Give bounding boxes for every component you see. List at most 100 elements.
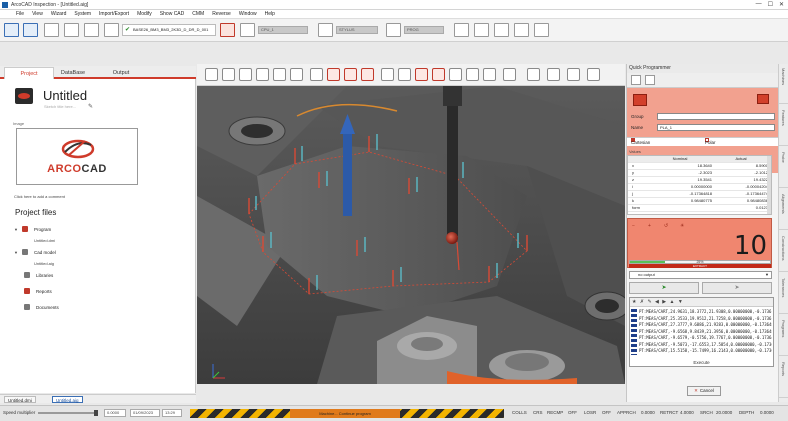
- flag-losr[interactable]: LOSR: [584, 410, 596, 415]
- calculator-icon[interactable]: [474, 23, 489, 37]
- output-select[interactable]: no output ▼: [629, 271, 772, 279]
- feature-list-icon[interactable]: [645, 75, 655, 85]
- flag-colls[interactable]: COLLS: [512, 410, 527, 415]
- tree-subitem-cad-file[interactable]: Untitled.aig: [34, 261, 54, 266]
- table-row[interactable]: k 0.98480775 0.98480836: [628, 198, 771, 205]
- search-icon[interactable]: [220, 23, 235, 37]
- tree-subitem-program-file[interactable]: Untitled.dmi: [34, 238, 55, 243]
- nominal-cell[interactable]: 18.3640: [648, 163, 712, 170]
- execute-button[interactable]: Execute: [630, 360, 773, 365]
- select-icon[interactable]: [205, 68, 218, 81]
- measure-icon[interactable]: [327, 68, 340, 81]
- rotate-icon[interactable]: [222, 68, 235, 81]
- code-line[interactable]: PT:MEAS/CART,27.3777,9.6886,21.9283,0.00…: [639, 322, 772, 329]
- menu-icon[interactable]: [757, 94, 769, 104]
- program-select[interactable]: ✔ BASE26_BM3_BM3_2K3D_D_DR_D_001: [122, 24, 216, 36]
- probe-icon[interactable]: [240, 23, 255, 37]
- bell-icon[interactable]: [381, 68, 394, 81]
- code-line[interactable]: PT:MEAS/CART,-9.6579,-0.5756,19.7767,0.0…: [639, 335, 772, 342]
- camera-icon[interactable]: [587, 68, 600, 81]
- side-tab-probe[interactable]: Probe: [779, 148, 788, 188]
- add-comment-link[interactable]: Click here to add a comment: [14, 194, 65, 199]
- stop-icon[interactable]: [104, 23, 119, 37]
- surface-icon[interactable]: [432, 68, 445, 81]
- table-row[interactable]: y -2.3023 -2.1012: [628, 170, 771, 177]
- tree-item-libraries[interactable]: Libraries: [24, 272, 53, 278]
- side-tab-alignments[interactable]: Alignments: [779, 190, 788, 230]
- tree-item-cad-model[interactable]: ▼ Cad model: [14, 249, 56, 255]
- table-row[interactable]: i 0.00000000 -0.00004204: [628, 184, 771, 191]
- speed-slider[interactable]: [38, 410, 98, 416]
- menu-file[interactable]: File: [16, 11, 24, 17]
- menu-reverse[interactable]: Reverse: [212, 11, 231, 17]
- play-icon[interactable]: [84, 23, 99, 37]
- code-line[interactable]: PT:MEAS/CART,24.9631,18.3772,21.9308,0.0…: [639, 309, 772, 316]
- compass-icon[interactable]: [567, 68, 580, 81]
- side-tab-tolerances[interactable]: Tolerances: [779, 274, 788, 314]
- flag-depth[interactable]: DEPTH: [739, 410, 754, 415]
- stylus-field[interactable]: STYLUS: [336, 26, 378, 34]
- project-subtitle[interactable]: Sketch title here...: [44, 104, 76, 109]
- nominal-cell[interactable]: 19.3541: [648, 177, 712, 184]
- settings-icon[interactable]: [514, 23, 529, 37]
- link-icon[interactable]: [386, 23, 401, 37]
- machine-icon[interactable]: [4, 23, 19, 37]
- measure-stop-button[interactable]: ➤: [702, 282, 772, 294]
- home-icon[interactable]: [23, 23, 38, 37]
- tab-output[interactable]: Output: [96, 67, 146, 79]
- box-icon[interactable]: [466, 68, 479, 81]
- side-tab-reports[interactable]: Reports: [779, 358, 788, 398]
- menu-modify[interactable]: Modify: [137, 11, 152, 17]
- layer-icon[interactable]: [310, 68, 323, 81]
- code-editor[interactable]: ★ ✗ ✎ ◀ ▶ ▲ ▼ PT:MEAS/CART,24.9631,18.37…: [629, 297, 774, 367]
- table-row[interactable]: j -0.17364818 -0.17364474: [628, 191, 771, 198]
- project-image[interactable]: ARCOCAD: [16, 128, 138, 185]
- edge-icon[interactable]: [415, 68, 428, 81]
- tree-item-program[interactable]: ▼ Program: [14, 226, 51, 232]
- code-lines[interactable]: PT:MEAS/CART,24.9631,18.3772,21.9308,0.0…: [639, 309, 772, 355]
- reset-icon[interactable]: ↺: [664, 223, 668, 229]
- measure-run-button[interactable]: ➤: [629, 282, 699, 294]
- zoom-window-icon[interactable]: [273, 68, 286, 81]
- flag-apprch[interactable]: APPRCH: [617, 410, 636, 415]
- feature-type-icon[interactable]: [631, 75, 641, 85]
- file-tab-dmi[interactable]: Untitled.dmi: [4, 396, 36, 403]
- cloud-icon[interactable]: [503, 68, 516, 81]
- cad-scene[interactable]: [197, 86, 625, 384]
- arrow-icon[interactable]: [64, 23, 79, 37]
- view-icon[interactable]: [290, 68, 303, 81]
- file-tab-aig[interactable]: Untitled.aig: [52, 396, 83, 403]
- chart-icon[interactable]: [534, 23, 549, 37]
- table-row[interactable]: form 0.0123: [628, 205, 771, 212]
- open-icon[interactable]: [44, 23, 59, 37]
- table-scrollbar[interactable]: [767, 156, 771, 214]
- flag-crs[interactable]: CRS: [533, 410, 543, 415]
- side-tab-constructions[interactable]: Constructions: [779, 232, 788, 272]
- pencil-icon[interactable]: ✎: [88, 103, 93, 110]
- tab-project[interactable]: Project: [4, 67, 54, 79]
- flag-srch[interactable]: SRCH: [700, 410, 713, 415]
- tree-item-reports[interactable]: Reports: [24, 288, 52, 294]
- name-field[interactable]: PLA_1: [657, 124, 775, 131]
- side-tab-machines[interactable]: Machines: [779, 64, 788, 104]
- plane-icon[interactable]: [361, 68, 374, 81]
- minimize-button[interactable]: —: [756, 1, 762, 8]
- minus-icon[interactable]: −: [632, 223, 635, 229]
- prog-field[interactable]: PROG: [404, 26, 444, 34]
- side-tab-features[interactable]: Features: [779, 106, 788, 146]
- cad-viewport[interactable]: [197, 86, 625, 384]
- code-toolbar[interactable]: ★ ✗ ✎ ◀ ▶ ▲ ▼: [630, 298, 773, 307]
- menu-view[interactable]: View: [32, 11, 43, 17]
- cpu-field[interactable]: CPU_1: [258, 26, 308, 34]
- group-field[interactable]: [657, 113, 775, 120]
- side-tab-programs[interactable]: Programs: [779, 316, 788, 356]
- table-row[interactable]: z 19.3541 19.4322: [628, 177, 771, 184]
- lightbulb-icon[interactable]: ☀: [680, 223, 684, 229]
- menu-window[interactable]: Window: [239, 11, 257, 17]
- nominal-cell[interactable]: 0.98480775: [648, 198, 712, 205]
- maximize-button[interactable]: ☐: [768, 1, 773, 8]
- nominal-cell[interactable]: 0.00000000: [648, 184, 712, 191]
- plane-feature-icon[interactable]: [633, 94, 647, 106]
- tree-item-documents[interactable]: Documents: [24, 304, 59, 310]
- point-icon[interactable]: [344, 68, 357, 81]
